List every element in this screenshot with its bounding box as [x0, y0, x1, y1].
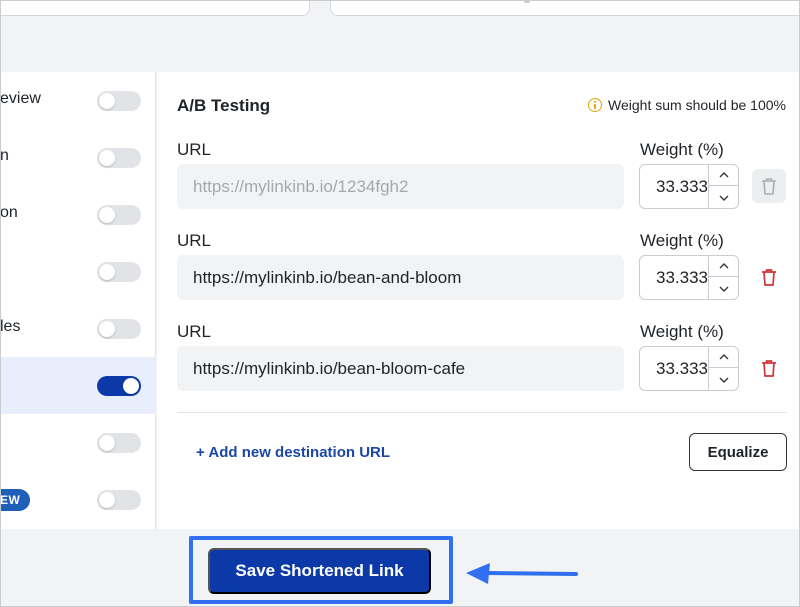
url-input-1: https://mylinkinb.io/1234fgh2	[177, 164, 624, 209]
sidebar-toggle-4[interactable]	[97, 262, 141, 282]
chevron-up-icon[interactable]	[709, 165, 738, 186]
arrow-left-icon	[466, 563, 578, 584]
weight-label: Weight (%)	[640, 140, 724, 159]
panel-title: A/B Testing	[177, 96, 271, 115]
settings-sidebar: eview n on les EW	[0, 72, 156, 529]
sidebar-item-7[interactable]	[0, 414, 156, 471]
sidebar-item-4[interactable]	[0, 243, 156, 300]
weight-stepper	[708, 165, 738, 208]
weight-value: 33.333	[656, 359, 708, 378]
delete-destination-button-3[interactable]	[752, 351, 786, 385]
sidebar-item-1[interactable]: eview	[0, 72, 156, 129]
weight-value: 33.333	[656, 177, 708, 196]
sidebar-item-label: n	[0, 147, 9, 164]
trash-icon	[762, 360, 776, 377]
weight-input-1[interactable]: 33.333	[639, 164, 739, 209]
divider	[177, 412, 787, 413]
delete-destination-button-1	[752, 169, 786, 203]
info-circle-icon	[588, 98, 603, 112]
trash-icon	[762, 178, 776, 195]
destination-row: URL Weight (%) https://mylinkinb.io/bean…	[177, 231, 787, 311]
top-bar	[0, 0, 800, 72]
sidebar-item-label: eview	[0, 90, 41, 107]
equalize-button[interactable]: Equalize	[689, 433, 787, 471]
sidebar-toggle-7[interactable]	[97, 433, 141, 453]
sidebar-toggle-8[interactable]	[97, 490, 141, 510]
delete-destination-button-2[interactable]	[752, 260, 786, 294]
chevron-down-icon[interactable]	[709, 369, 738, 390]
weight-input-3[interactable]: 33.333	[639, 346, 739, 391]
new-badge: EW	[0, 489, 31, 511]
sidebar-item-2[interactable]: n	[0, 129, 156, 186]
url-input-2[interactable]: https://mylinkinb.io/bean-and-bloom	[177, 255, 624, 300]
destination-row: URL Weight (%) https://mylinkinb.io/bean…	[177, 322, 787, 402]
weight-warning-text: Weight sum should be 100%	[608, 97, 786, 113]
url-label: URL	[177, 322, 212, 341]
destination-row: URL Weight (%) https://mylinkinb.io/1234…	[177, 140, 787, 220]
weight-value: 33.333	[656, 268, 708, 287]
sidebar-item-ab-testing[interactable]	[0, 357, 156, 414]
sidebar-item-3[interactable]: on	[0, 186, 156, 243]
weight-stepper	[708, 256, 738, 299]
sidebar-toggle-3[interactable]	[97, 205, 141, 225]
chevron-down-icon[interactable]	[709, 187, 738, 208]
sidebar-item-5[interactable]: les	[0, 300, 156, 357]
sidebar-toggle-2[interactable]	[97, 148, 141, 168]
weight-label: Weight (%)	[640, 231, 724, 250]
sidebar-toggle-1[interactable]	[97, 91, 141, 111]
chevron-up-icon[interactable]	[709, 347, 738, 368]
chevron-down-icon[interactable]	[709, 278, 738, 299]
url-label: URL	[177, 140, 212, 159]
top-field-left[interactable]	[0, 0, 310, 16]
add-destination-link[interactable]: + Add new destination URL	[196, 444, 390, 461]
sidebar-toggle-ab-testing[interactable]	[97, 376, 141, 396]
chevron-up-icon[interactable]	[709, 256, 738, 277]
weight-label: Weight (%)	[640, 322, 724, 341]
trash-icon	[762, 269, 776, 286]
ab-testing-panel: A/B Testing Weight sum should be 100% UR…	[157, 72, 800, 529]
weight-input-2[interactable]: 33.333	[639, 255, 739, 300]
save-shortened-link-button[interactable]: Save Shortened Link	[208, 548, 431, 594]
top-field-right[interactable]	[330, 0, 800, 16]
sidebar-item-label: on	[0, 204, 18, 221]
weight-stepper	[708, 347, 738, 390]
sidebar-item-label: les	[0, 318, 21, 335]
url-label: URL	[177, 231, 212, 250]
url-input-3[interactable]: https://mylinkinb.io/bean-bloom-cafe	[177, 346, 624, 391]
weight-warning: Weight sum should be 100%	[588, 97, 786, 113]
sidebar-item-8[interactable]: EW	[0, 471, 156, 528]
sidebar-toggle-5[interactable]	[97, 319, 141, 339]
